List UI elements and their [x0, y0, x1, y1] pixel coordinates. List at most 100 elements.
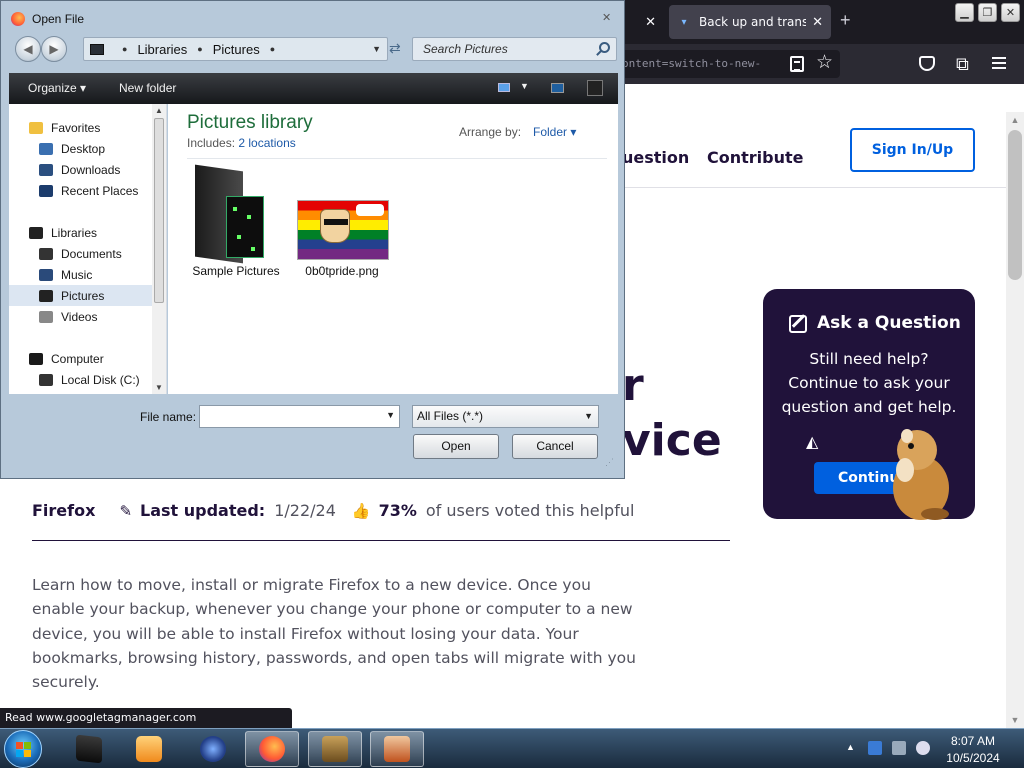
status-bar: Read www.googletagmanager.com — [0, 708, 292, 728]
sidebar-item-pictures[interactable]: Pictures — [9, 285, 152, 306]
chevron-up-icon[interactable]: ▲ — [846, 742, 855, 752]
preview-pane-icon[interactable] — [551, 83, 564, 93]
divider — [187, 158, 607, 159]
tab-title: Back up and transfer — [699, 15, 807, 29]
internet-explorer-icon — [200, 736, 226, 762]
ask-card-body: Still need help? Continue to ask your qu… — [781, 350, 957, 416]
sidebar-item-label: Computer — [51, 351, 104, 366]
scroll-up-icon[interactable]: ▲ — [155, 106, 163, 115]
close-window-button[interactable]: ✕ — [1001, 3, 1020, 22]
scroll-up-icon[interactable]: ▲ — [1006, 112, 1024, 128]
taskbar-app-internet-explorer[interactable] — [186, 731, 240, 767]
file-name-field[interactable]: ▼ — [199, 405, 400, 428]
reader-view-icon[interactable] — [790, 56, 804, 72]
breadcrumb-separator-icon[interactable]: ● — [197, 44, 202, 54]
music-icon — [39, 268, 53, 281]
breadcrumb-pictures[interactable]: Pictures — [213, 42, 260, 57]
hamburger-menu-icon[interactable] — [992, 57, 1006, 69]
nav-scrollbar[interactable]: ▲ ▼ — [152, 104, 166, 394]
sidebar-item-favorites[interactable]: Favorites — [9, 117, 152, 138]
bookmark-star-icon[interactable]: ☆ — [816, 52, 833, 74]
thumbs-up-icon: 👍 — [351, 501, 371, 520]
close-icon[interactable]: ✕ — [645, 15, 656, 30]
breadcrumb-separator-icon[interactable]: ● — [270, 44, 275, 54]
scroll-thumb[interactable] — [1008, 130, 1022, 280]
breadcrumb[interactable]: ● Libraries ● Pictures ● ▼ — [83, 37, 388, 61]
maximize-button[interactable]: ❐ — [978, 3, 997, 22]
file-name-label: File name: — [140, 410, 197, 424]
clock-date[interactable]: 10/5/2024 — [930, 751, 1016, 765]
desktop-icon — [39, 142, 53, 155]
videos-icon — [39, 310, 53, 323]
sidebar-item-recent-places[interactable]: Recent Places — [9, 180, 152, 201]
scroll-thumb[interactable] — [154, 118, 164, 303]
sidebar-item-downloads[interactable]: Downloads — [9, 159, 152, 180]
organize-button[interactable]: Organize ▾ — [28, 81, 86, 95]
taskbar-app-explorer[interactable] — [62, 731, 116, 767]
dialog-titlebar[interactable]: Open File ✕ — [1, 1, 624, 35]
change-view-icon[interactable] — [498, 83, 510, 92]
sidebar-item-local-disk-c[interactable]: Local Disk (C:) — [9, 369, 152, 390]
open-button[interactable]: Open — [413, 434, 499, 459]
sidebar-item-libraries[interactable]: Libraries — [9, 222, 152, 243]
scroll-down-icon[interactable]: ▼ — [155, 383, 163, 392]
edit-icon — [789, 315, 807, 333]
taskbar-app-media-player[interactable] — [122, 731, 176, 767]
sidebar-item-label: Recent Places — [61, 183, 139, 198]
sidebar-item-music[interactable]: Music — [9, 264, 152, 285]
sign-in-button[interactable]: Sign In/Up — [850, 128, 975, 172]
start-button[interactable] — [4, 730, 42, 768]
sidebar-item-label: Documents — [61, 246, 122, 261]
sidebar-item-computer[interactable]: Computer — [9, 348, 152, 369]
close-icon[interactable]: ✕ — [812, 15, 823, 30]
breadcrumb-libraries[interactable]: Libraries — [137, 42, 187, 57]
arrange-by-select[interactable]: Folder ▾ — [533, 125, 576, 139]
nav-contribute[interactable]: Contribute — [707, 148, 804, 167]
pocket-icon[interactable] — [919, 56, 935, 71]
help-icon[interactable] — [587, 80, 603, 96]
new-tab-icon[interactable]: + — [840, 10, 851, 31]
product-name[interactable]: Firefox — [32, 501, 95, 520]
nav-ask-a-question[interactable]: uestion — [622, 148, 689, 167]
file-item-sample-pictures[interactable]: Sample Pictures — [186, 164, 286, 281]
library-title: Pictures library — [187, 112, 313, 133]
dialog-toolbar: Organize ▾ New folder ▼ — [9, 73, 618, 104]
clock-time[interactable]: 8:07 AM — [930, 734, 1016, 748]
page-scrollbar[interactable]: ▲ ▼ — [1006, 112, 1024, 728]
minimize-button[interactable]: ▁ — [955, 3, 974, 22]
url-bar[interactable]: ontent=switch-to-new- — [610, 50, 840, 78]
resize-grip-icon[interactable]: ⋰ — [605, 457, 614, 468]
cancel-button[interactable]: Cancel — [512, 434, 598, 459]
chevron-down-icon[interactable]: ▼ — [386, 410, 395, 420]
locations-link[interactable]: 2 locations — [238, 136, 295, 150]
close-icon[interactable]: ✕ — [602, 11, 611, 24]
file-item-0b0tpride[interactable]: 0b0tpride.png — [292, 166, 392, 281]
taskbar-app-firefox[interactable] — [245, 731, 299, 767]
network-icon[interactable] — [892, 741, 906, 755]
article-meta: Firefox ✎ Last updated: 1/22/24 👍 73% of… — [32, 501, 634, 520]
chevron-down-icon[interactable]: ▼ — [372, 44, 381, 54]
extensions-icon[interactable]: ⧉ — [956, 54, 969, 74]
new-folder-button[interactable]: New folder — [119, 81, 176, 95]
sidebar-item-desktop[interactable]: Desktop — [9, 138, 152, 159]
sidebar-item-videos[interactable]: Videos — [9, 306, 152, 327]
back-button[interactable]: ◀ — [15, 36, 41, 62]
tab-active[interactable]: ▾ Back up and transfer ✕ — [669, 5, 831, 39]
chevron-down-icon[interactable]: ▼ — [584, 406, 593, 427]
bluetooth-icon[interactable] — [868, 741, 882, 755]
sidebar-item-documents[interactable]: Documents — [9, 243, 152, 264]
file-type-select[interactable]: All Files (*.*) ▼ — [412, 405, 599, 428]
scroll-down-icon[interactable]: ▼ — [1006, 712, 1024, 728]
refresh-icon[interactable]: ⇄ — [389, 40, 401, 57]
file-type-value: All Files (*.*) — [417, 409, 484, 423]
chevron-down-icon[interactable]: ▼ — [520, 81, 529, 91]
arrange-by-value: Folder — [533, 125, 568, 139]
volume-icon[interactable] — [916, 741, 930, 755]
breadcrumb-separator-icon[interactable]: ● — [122, 44, 127, 54]
taskbar-app-upload[interactable] — [370, 731, 424, 767]
forward-button[interactable]: ▶ — [41, 36, 67, 62]
search-input[interactable]: Search Pictures — [412, 37, 617, 61]
taskbar-app-box[interactable] — [308, 731, 362, 767]
documents-icon — [39, 247, 53, 260]
search-icon[interactable] — [599, 42, 610, 53]
